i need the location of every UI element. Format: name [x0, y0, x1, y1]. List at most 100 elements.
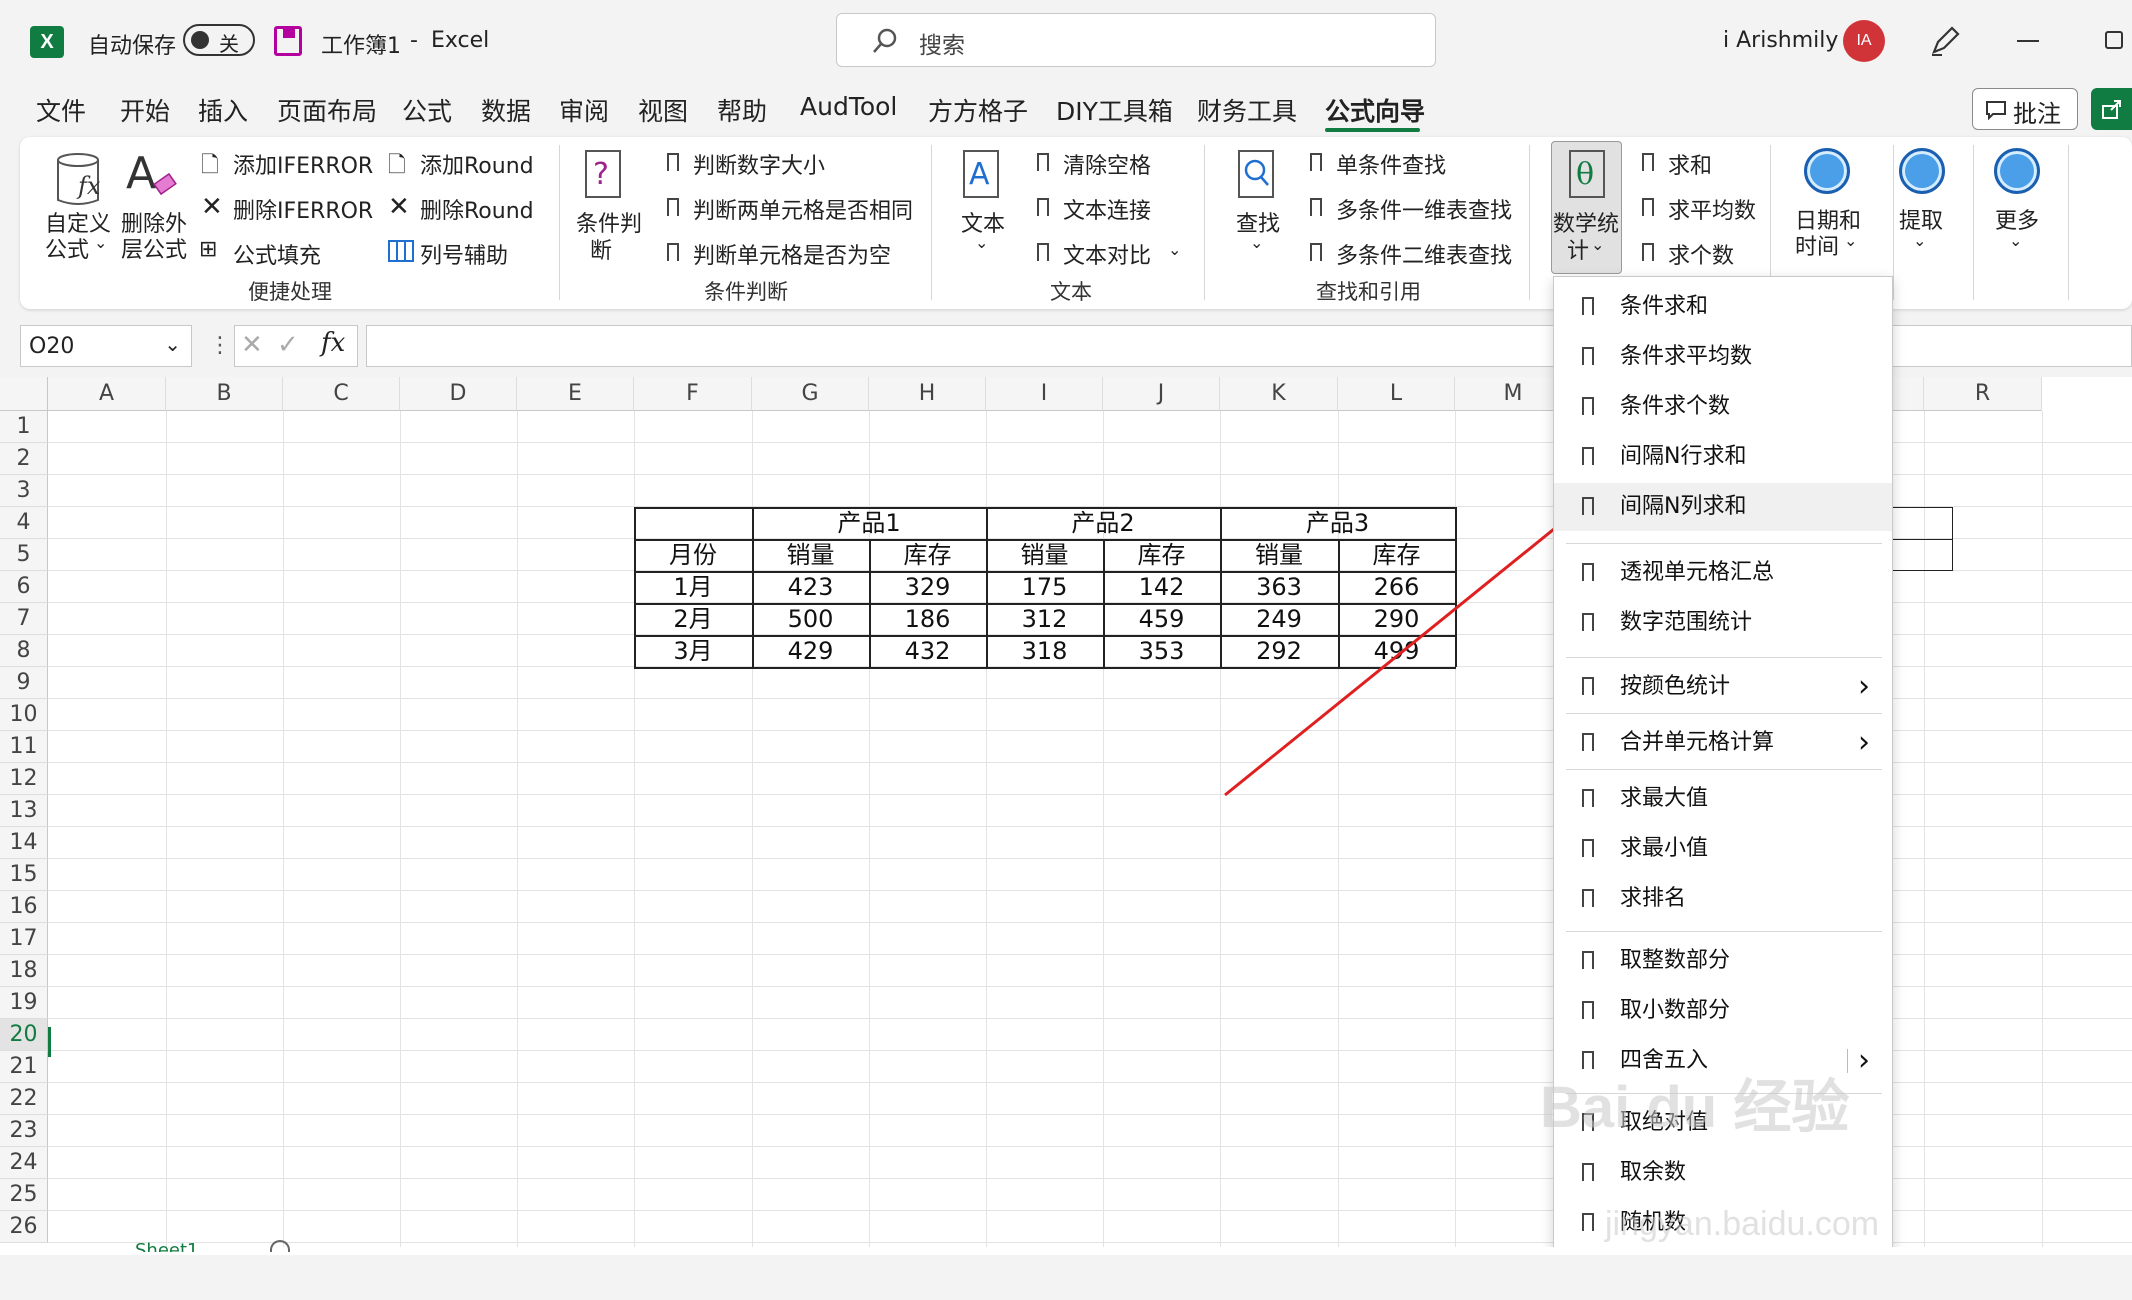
avatar[interactable]: IA: [1843, 20, 1885, 62]
table-column-header[interactable]: 销量: [986, 539, 1103, 571]
table-cell[interactable]: 500: [752, 603, 869, 635]
clear-spaces-button[interactable]: 清除空格: [1063, 148, 1151, 180]
save-icon[interactable]: [274, 26, 302, 56]
pen-icon[interactable]: [1928, 22, 1962, 58]
table-cell[interactable]: 318: [986, 635, 1103, 667]
comment-button[interactable]: 批注: [1972, 88, 2078, 130]
name-box[interactable]: O20 ⌄: [20, 325, 192, 367]
chevron-down-icon[interactable]: ⌄: [975, 233, 988, 252]
dropdown-item[interactable]: 透视单元格汇总: [1554, 549, 1892, 597]
date-time-label2[interactable]: 时间: [1795, 229, 1839, 261]
condition-judge-label2[interactable]: 断: [590, 233, 612, 265]
column-header[interactable]: C: [283, 377, 400, 411]
row-header[interactable]: 12: [0, 763, 48, 795]
dropdown-item[interactable]: 间隔N列求和: [1554, 483, 1892, 531]
column-header[interactable]: D: [400, 377, 517, 411]
dropdown-item[interactable]: 合并单元格计算 ›: [1554, 719, 1892, 767]
menu-formula-wizard[interactable]: 公式向导: [1325, 92, 1425, 128]
row-header[interactable]: 16: [0, 891, 48, 923]
table-column-header[interactable]: 销量: [752, 539, 869, 571]
table-cell[interactable]: 142: [1103, 571, 1220, 603]
compare-cells-button[interactable]: 判断两单元格是否相同: [693, 193, 913, 225]
row-header[interactable]: 1: [0, 411, 48, 443]
table-cell[interactable]: 423: [752, 571, 869, 603]
search-box[interactable]: 搜索: [836, 13, 1436, 67]
column-helper-button[interactable]: 列号辅助: [420, 238, 508, 270]
row-header[interactable]: 19: [0, 987, 48, 1019]
table-column-header[interactable]: 库存: [1103, 539, 1220, 571]
cancel-icon[interactable]: ✕: [241, 330, 263, 360]
product-header[interactable]: 产品2: [986, 507, 1220, 539]
row-header[interactable]: 23: [0, 1115, 48, 1147]
column-header[interactable]: E: [517, 377, 634, 411]
row-header[interactable]: 18: [0, 955, 48, 987]
row-header[interactable]: 7: [0, 603, 48, 635]
menu-review[interactable]: 审阅: [559, 92, 609, 128]
select-all-corner[interactable]: [0, 377, 48, 411]
menu-fangfang[interactable]: 方方格子: [928, 92, 1028, 128]
table-cell[interactable]: 1月: [634, 571, 752, 603]
remove-outer-label2[interactable]: 层公式: [121, 232, 187, 264]
column-header[interactable]: R: [1924, 377, 2042, 411]
user-name[interactable]: i Arishmily: [1723, 28, 1838, 53]
more-options-icon[interactable]: ⋮: [209, 333, 231, 358]
table-column-header[interactable]: 库存: [869, 539, 986, 571]
chevron-down-icon[interactable]: ⌄: [1913, 231, 1926, 250]
column-header[interactable]: H: [869, 377, 986, 411]
menu-home[interactable]: 开始: [120, 92, 170, 128]
autosave-toggle[interactable]: 关: [183, 24, 255, 56]
menu-insert[interactable]: 插入: [198, 92, 248, 128]
row-header[interactable]: 24: [0, 1147, 48, 1179]
compare-number-button[interactable]: 判断数字大小: [693, 148, 825, 180]
add-round-button[interactable]: 添加Round: [420, 148, 534, 180]
formula-fill-button[interactable]: 公式填充: [233, 238, 321, 270]
chevron-down-icon[interactable]: ⌄: [94, 233, 107, 252]
row-header[interactable]: 9: [0, 667, 48, 699]
dropdown-item[interactable]: 按颜色统计 ›: [1554, 663, 1892, 711]
column-header[interactable]: L: [1338, 377, 1455, 411]
menu-diy-toolbox[interactable]: DIY工具箱: [1056, 92, 1173, 128]
dropdown-item[interactable]: 条件求个数: [1554, 383, 1892, 431]
column-header[interactable]: A: [48, 377, 166, 411]
column-header[interactable]: K: [1220, 377, 1338, 411]
menu-help[interactable]: 帮助: [717, 92, 767, 128]
chevron-down-icon[interactable]: ⌄: [2009, 231, 2022, 250]
chevron-down-icon[interactable]: ⌄: [1168, 240, 1181, 259]
average-button[interactable]: 求平均数: [1668, 193, 1756, 225]
row-header[interactable]: 10: [0, 699, 48, 731]
check-empty-button[interactable]: 判断单元格是否为空: [693, 238, 891, 270]
row-header[interactable]: 25: [0, 1179, 48, 1211]
dropdown-item[interactable]: 取小数部分: [1554, 987, 1892, 1035]
dropdown-item[interactable]: 求最小值: [1554, 825, 1892, 873]
row-header[interactable]: 15: [0, 859, 48, 891]
menu-view[interactable]: 视图: [638, 92, 688, 128]
confirm-icon[interactable]: ✓: [277, 330, 299, 360]
row-header[interactable]: 20: [0, 1019, 48, 1051]
table-column-header[interactable]: 月份: [634, 539, 752, 571]
restore-icon[interactable]: [2105, 31, 2123, 49]
dropdown-item[interactable]: 条件求平均数: [1554, 333, 1892, 381]
row-header[interactable]: 8: [0, 635, 48, 667]
multi-1d-lookup-button[interactable]: 多条件一维表查找: [1336, 193, 1512, 225]
text-join-button[interactable]: 文本连接: [1063, 193, 1151, 225]
share-button[interactable]: [2091, 88, 2132, 130]
row-header[interactable]: 2: [0, 443, 48, 475]
row-header[interactable]: 22: [0, 1083, 48, 1115]
chevron-down-icon[interactable]: ⌄: [1844, 231, 1857, 250]
multi-2d-lookup-button[interactable]: 多条件二维表查找: [1336, 238, 1512, 270]
row-header[interactable]: 17: [0, 923, 48, 955]
custom-formula-label2[interactable]: 公式: [45, 232, 89, 264]
dropdown-item[interactable]: 数字范围统计: [1554, 599, 1892, 647]
menu-formulas[interactable]: 公式: [402, 92, 452, 128]
insert-function-icon[interactable]: fx: [321, 328, 345, 358]
table-cell[interactable]: 175: [986, 571, 1103, 603]
product-header[interactable]: 产品1: [752, 507, 986, 539]
column-header[interactable]: G: [752, 377, 869, 411]
delete-round-button[interactable]: 删除Round: [420, 193, 534, 225]
row-header[interactable]: 26: [0, 1211, 48, 1243]
table-cell[interactable]: 3月: [634, 635, 752, 667]
dropdown-item[interactable]: 求排名: [1554, 875, 1892, 923]
row-header[interactable]: 3: [0, 475, 48, 507]
text-compare-button[interactable]: 文本对比: [1063, 238, 1151, 270]
row-header[interactable]: 6: [0, 571, 48, 603]
